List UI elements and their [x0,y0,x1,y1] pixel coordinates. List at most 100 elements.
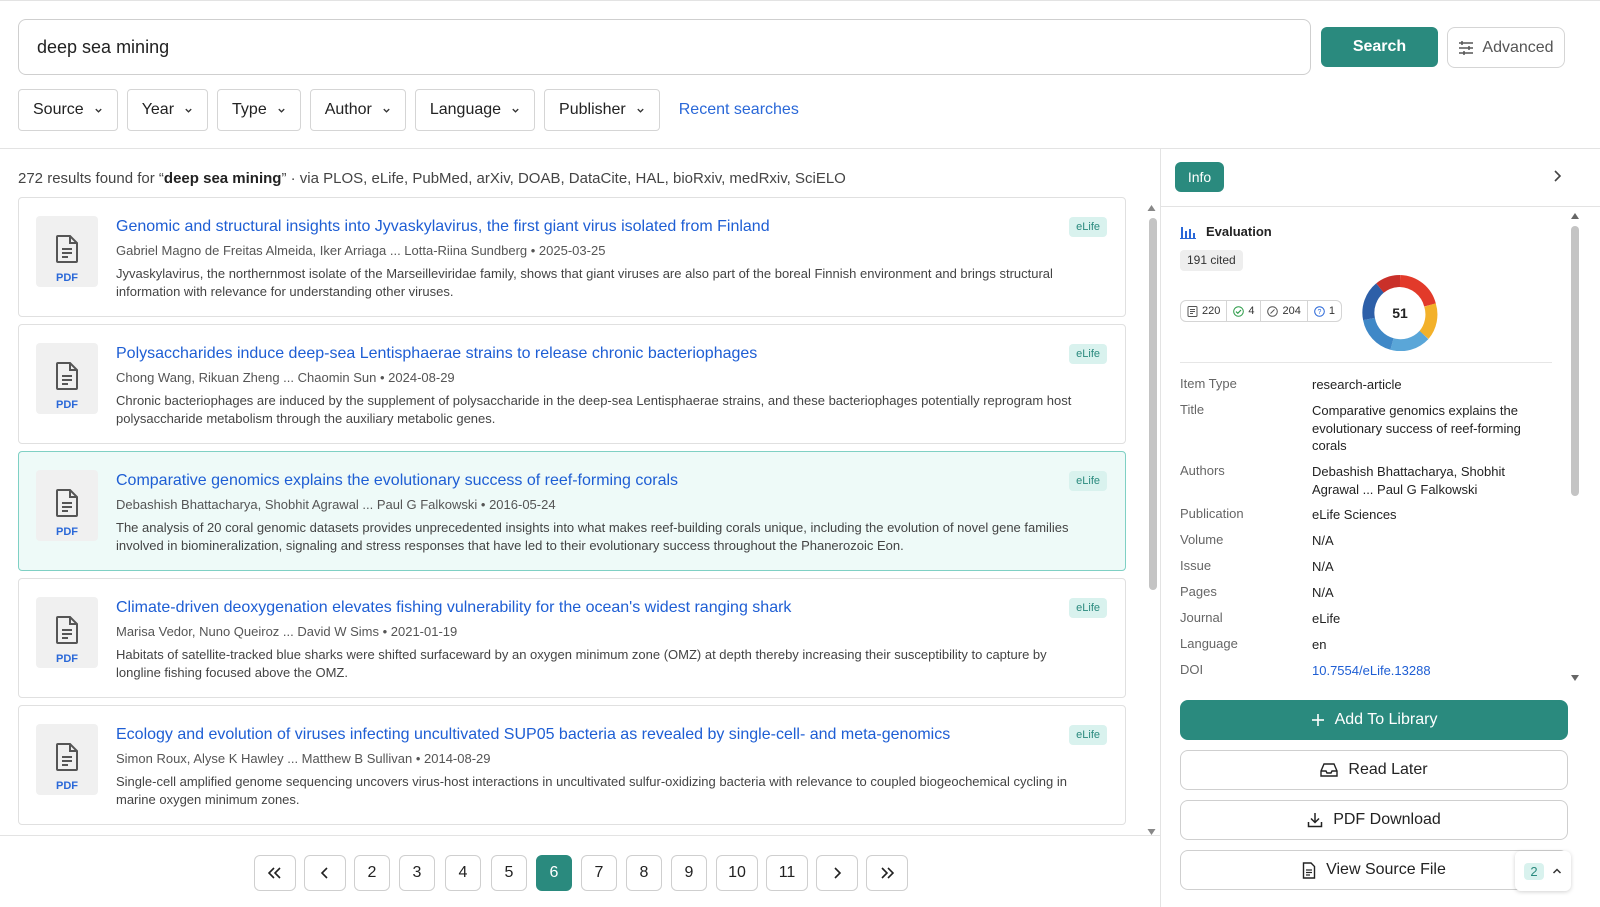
page-button[interactable]: 4 [445,855,481,891]
page-button[interactable]: 7 [581,855,617,891]
filter-language[interactable]: Language [414,89,536,131]
chevron-down-icon [512,108,519,113]
collapse-widget[interactable]: 2 [1515,851,1571,891]
search-button[interactable]: Search [1321,27,1438,67]
pdf-tag: PDF [56,780,78,792]
result-title[interactable]: Comparative genomics explains the evolut… [116,472,678,490]
page-button[interactable]: 9 [671,855,707,891]
detail-value: N/A [1312,559,1334,574]
metric-badges: 220 4 204 ? 1 [1180,300,1342,322]
results-scrollbar-thumb[interactable] [1149,218,1157,590]
chevron-left-icon [320,867,328,879]
detail-label: Journal [1180,610,1223,625]
page-button[interactable]: 3 [399,855,435,891]
result-title[interactable]: Climate-driven deoxygenation elevates fi… [116,599,791,617]
metric-supporting: 4 [1233,305,1254,317]
result-abstract: Single-cell amplified genome sequencing … [116,774,1067,807]
add-to-library-label: Add To Library [1334,711,1438,728]
last-page-button[interactable] [866,855,908,891]
top-border [0,0,1600,1]
panel-header-divider [1161,206,1600,207]
file-text-icon [1302,861,1316,879]
detail-label: Item Type [1180,376,1237,391]
source-badge: eLife [1069,725,1107,745]
result-card[interactable]: PDF Genomic and structural insights into… [18,197,1126,317]
panel-scrollbar-thumb[interactable] [1571,226,1579,496]
prev-page-button[interactable] [304,855,346,891]
summary-prefix: 272 results found for “ [18,170,164,187]
detail-label: Authors [1180,463,1225,478]
page-button[interactable]: 10 [716,855,758,891]
advanced-label: Advanced [1482,38,1554,56]
next-page-button[interactable] [816,855,858,891]
detail-label: Issue [1180,558,1212,573]
chevron-right-icon [834,867,842,879]
filter-type[interactable]: Type [217,89,301,131]
result-title[interactable]: Genomic and structural insights into Jyv… [116,218,770,236]
advanced-button[interactable]: Advanced [1447,27,1565,68]
page-button[interactable]: 2 [354,855,390,891]
tab-info[interactable]: Info [1175,162,1224,192]
result-meta: Marisa Vedor, Nuno Queiroz ... David W S… [116,624,458,639]
filter-label: Type [232,101,267,118]
read-later-label: Read Later [1348,761,1428,778]
page-button[interactable]: 8 [626,855,662,891]
metric-value: 204 [1282,305,1301,317]
result-abstract: Habitats of satellite-tracked blue shark… [116,647,1047,680]
doi-link[interactable]: 10.7554/eLife.13288 [1312,662,1552,678]
inbox-icon [1320,763,1339,777]
page-button[interactable]: 11 [766,855,808,891]
add-to-library-button[interactable]: Add To Library [1180,700,1568,740]
svg-text:?: ? [1317,309,1321,316]
chevron-right-icon[interactable] [1552,169,1562,183]
view-source-button[interactable]: View Source File [1180,850,1568,890]
result-abstract: Jyvaskylavirus, the northernmost isolate… [116,266,1053,299]
metric-value: 4 [1248,305,1255,317]
plus-icon [1311,714,1324,726]
source-badge: eLife [1069,217,1107,237]
source-badge: eLife [1069,471,1107,491]
source-badge: eLife [1069,344,1107,364]
evaluation-title: Evaluation [1206,224,1272,239]
chevron-down-icon [185,108,192,113]
detail-value: N/A [1312,585,1334,600]
download-icon [1307,813,1323,828]
detail-label: Volume [1180,532,1224,547]
page-button-current[interactable]: 6 [536,855,572,891]
page-button[interactable]: 5 [491,855,527,891]
pdf-download-button[interactable]: PDF Download [1180,800,1568,840]
result-card[interactable]: PDF Polysaccharides induce deep-sea Lent… [18,324,1126,444]
pdf-tag: PDF [56,653,78,665]
question-circle-icon: ? [1314,305,1325,317]
detail-label: Publication [1180,506,1244,521]
metric-references: 220 [1187,305,1220,317]
metric-mentioning: 204 [1267,305,1301,317]
document-icon [56,489,78,517]
double-chevron-left-icon [268,867,281,879]
panel-divider [1160,148,1161,907]
filter-source[interactable]: Source [18,89,118,131]
filter-author[interactable]: Author [309,89,406,131]
read-later-button[interactable]: Read Later [1180,750,1568,790]
chevron-down-icon [278,108,285,113]
recent-searches-link[interactable]: Recent searches [679,101,799,119]
document-icon [56,235,78,263]
result-card[interactable]: PDF Ecology and evolution of viruses inf… [18,705,1126,825]
filter-year[interactable]: Year [126,89,209,131]
result-card-selected[interactable]: PDF Comparative genomics explains the ev… [18,451,1126,571]
document-lines-icon [1187,305,1198,317]
pdf-tag: PDF [56,526,78,538]
result-title[interactable]: Polysaccharides induce deep-sea Lentisph… [116,345,757,363]
result-title[interactable]: Ecology and evolution of viruses infecti… [116,726,950,744]
detail-value: eLife Sciences [1312,507,1397,522]
document-icon [56,616,78,644]
chevron-down-icon [383,108,390,113]
result-card[interactable]: PDF Climate-driven deoxygenation elevate… [18,578,1126,698]
filter-label: Author [324,101,372,118]
pdf-download-label: PDF Download [1333,811,1441,828]
search-input[interactable] [18,19,1311,75]
filter-publisher[interactable]: Publisher [544,89,660,131]
slash-circle-icon [1267,305,1279,317]
metric-value: 220 [1202,305,1221,317]
first-page-button[interactable] [254,855,296,891]
